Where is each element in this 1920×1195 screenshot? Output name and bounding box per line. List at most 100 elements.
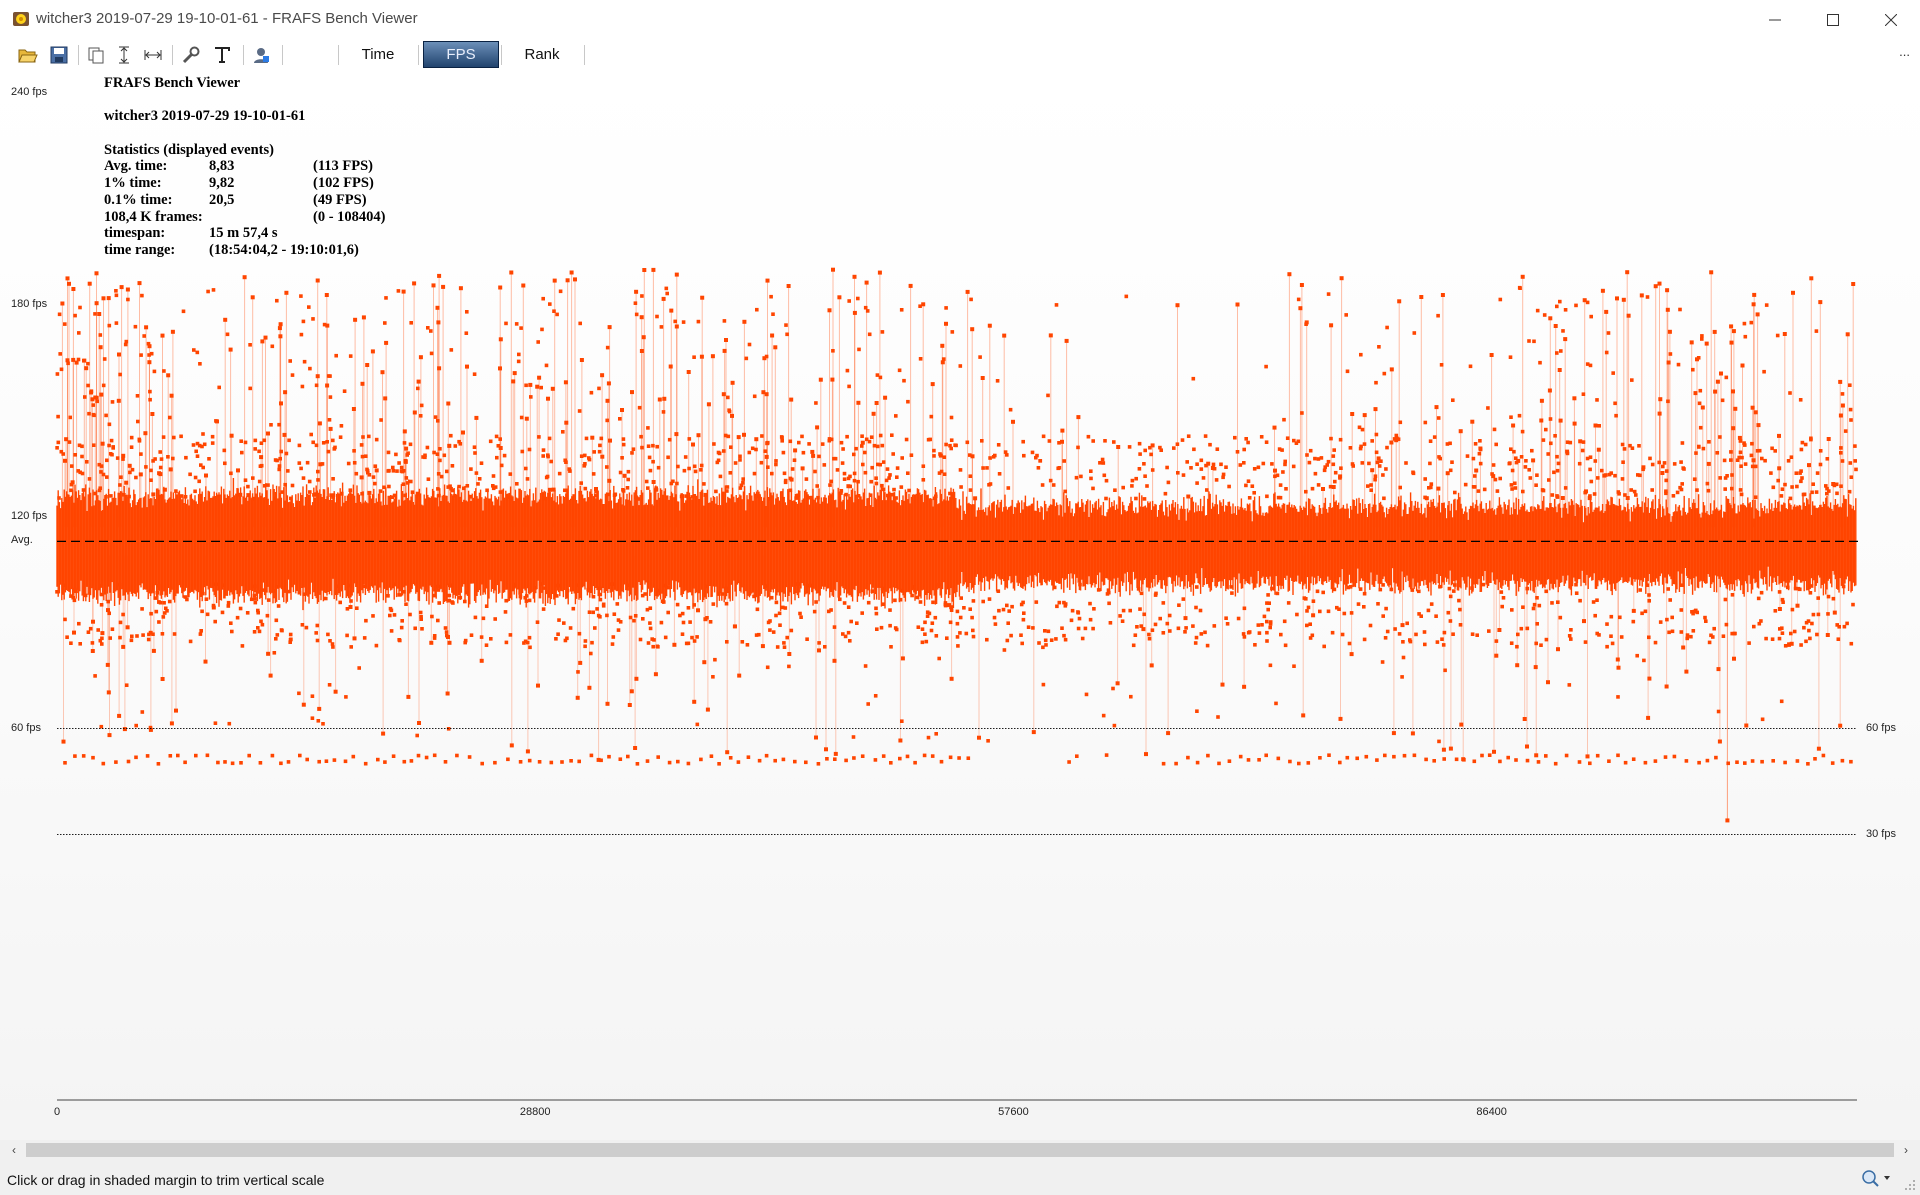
fps-point [533,586,538,590]
fps-point [1747,641,1751,645]
fps-point [1148,445,1152,450]
fps-point [1646,715,1651,720]
fps-point [1553,324,1558,328]
fps-point [1002,333,1007,338]
fps-point [1037,641,1041,645]
fps-point [1696,356,1701,360]
fps-point [105,475,109,479]
fps-point [1845,621,1849,626]
fps-point [924,591,928,595]
fps-point [720,592,724,596]
fps-low-point [793,759,797,764]
fps-point [647,455,652,460]
fps-point [785,635,789,640]
fps-point [228,347,233,352]
user-button[interactable] [250,44,272,66]
fps-point [384,296,388,300]
fps-point [930,621,935,625]
fit-vertical-button[interactable] [113,44,135,66]
fps-point [512,371,517,376]
minimize-button[interactable] [1746,0,1804,40]
tab-rank[interactable]: Rank [504,41,580,68]
fps-point [494,434,499,439]
save-button[interactable] [48,44,70,66]
fps-point [742,432,746,437]
fps-point [867,332,872,337]
fps-point [1422,630,1427,634]
text-button[interactable] [211,44,233,66]
fps-plot-area[interactable]: FRAFS Bench Viewer witcher3 2019-07-29 1… [0,70,1920,1140]
fps-point [1052,585,1057,590]
fps-point [207,457,211,461]
fps-point [1609,471,1613,475]
fps-point [479,658,484,663]
zoom-button[interactable] [1860,1168,1892,1188]
fps-point [1060,428,1065,433]
fps-point [724,338,728,342]
fps-point [1235,302,1240,307]
fps-point [904,437,909,442]
fit-vertical-icon [119,46,129,64]
fps-point [1304,322,1308,326]
tab-fps[interactable]: FPS [423,41,499,68]
fps-point [1840,392,1845,396]
fps-point [877,270,882,275]
fps-point [1510,487,1514,491]
fps-point [525,749,530,754]
fps-point [981,599,985,604]
maximize-button[interactable] [1804,0,1862,40]
tab-time[interactable]: Time [340,41,416,68]
fps-min-point [1725,818,1730,823]
fps-point [729,445,733,449]
resize-grip-icon[interactable] [1904,1179,1916,1191]
close-button[interactable] [1862,0,1920,40]
fps-low-point [686,761,691,766]
fps-point [770,471,774,476]
fps-point [415,733,419,738]
fps-low-point [518,760,523,764]
scroll-left-button[interactable]: ‹ [4,1140,24,1160]
fps-point [1048,478,1053,483]
fps-point [328,426,333,431]
fps-point [771,630,776,634]
horizontal-scrollbar[interactable]: ‹ › [0,1140,1920,1160]
fps-point [795,582,800,586]
fps-point [1704,619,1708,623]
fps-point [169,721,174,726]
fps-point [1650,462,1655,467]
scrollbar-thumb[interactable] [26,1143,1894,1157]
fps-point [1181,597,1186,601]
fps-point [1189,466,1193,470]
fps-point [1393,627,1397,631]
fps-point [1558,299,1562,304]
fps-point [1332,587,1337,592]
open-folder-button[interactable] [17,44,39,66]
fps-point [782,641,786,645]
fps-point [1199,632,1204,636]
fps-point [1143,474,1147,478]
fps-point [1106,588,1111,592]
fps-low-point [424,755,429,760]
toolbar-overflow-button[interactable]: ... [1899,44,1910,59]
fps-point [753,494,758,499]
fps-point [168,467,173,472]
fps-point [1397,632,1402,636]
fps-point [1105,592,1110,596]
settings-button[interactable] [180,44,202,66]
fps-point [1410,731,1415,736]
fit-horizontal-button[interactable] [142,44,164,66]
fps-point [879,625,884,630]
copy-button[interactable] [85,44,107,66]
fps-low-point [569,759,573,763]
fps-point [76,357,81,362]
fps-point [325,440,329,444]
fps-point [1578,439,1583,444]
scroll-right-button[interactable]: › [1896,1140,1916,1160]
fps-point [1278,483,1283,487]
fps-point [1759,619,1763,623]
fps-point [1133,633,1138,637]
fps-point [665,291,669,296]
fps-low-point [1480,753,1484,758]
fps-point [1161,631,1166,635]
fps-low-point [781,757,786,762]
